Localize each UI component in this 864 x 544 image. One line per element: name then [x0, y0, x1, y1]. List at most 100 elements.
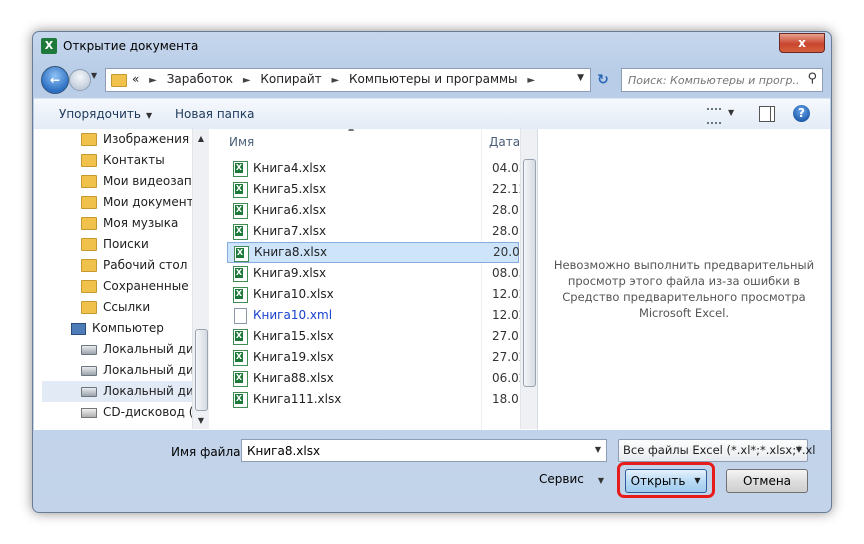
file-name: Книга19.xlsx: [253, 350, 334, 364]
file-row[interactable]: Книга10.xlsx12.02.: [227, 284, 530, 305]
excel-file-icon: [233, 329, 248, 345]
file-name: Книга6.xlsx: [253, 203, 327, 217]
file-row[interactable]: Книга7.xlsx28.01.: [227, 221, 530, 242]
nav-scrollbar[interactable]: ▲ ▼: [192, 129, 209, 429]
file-row[interactable]: Книга6.xlsx28.01.: [227, 200, 530, 221]
sort-ascending-icon: ▲: [348, 129, 354, 132]
breadcrumb-separator-icon[interactable]: ►: [149, 75, 157, 86]
folder-icon: [81, 301, 97, 314]
nav-item-local-disk[interactable]: Локальный диск: [81, 339, 208, 360]
nav-item-images[interactable]: Изображения: [81, 129, 189, 150]
new-folder-button[interactable]: Новая папка: [175, 107, 254, 121]
title-bar: X Открытие документа x: [33, 32, 831, 62]
drive-icon: [81, 365, 97, 376]
tools-button[interactable]: Сервис ▼: [539, 472, 604, 486]
file-type-value: Все файлы Excel (*.xl*;*.xlsx;*.xl: [623, 443, 816, 457]
view-dropdown-icon[interactable]: ▼: [728, 108, 734, 117]
address-dropdown-icon[interactable]: ▼: [577, 73, 584, 83]
nav-item-local-disk[interactable]: Локальный диск: [81, 360, 208, 381]
open-options-dropdown[interactable]: ▼: [689, 469, 707, 493]
file-row[interactable]: Книга19.xlsx27.02.: [227, 347, 530, 368]
scroll-up-icon[interactable]: ▲: [193, 131, 209, 147]
breadcrumb-item[interactable]: Компьютеры и программы: [349, 72, 518, 86]
chevron-down-icon: ▼: [597, 476, 605, 485]
preview-error-message: Невозможно выполнить предварительный про…: [553, 258, 815, 320]
refresh-icon[interactable]: ↻: [593, 70, 613, 90]
file-type-select[interactable]: Все файлы Excel (*.xl*;*.xlsx;*.xl ▼: [618, 439, 816, 462]
nav-item-local-disk-selected[interactable]: Локальный диск: [42, 381, 209, 402]
excel-file-icon: [233, 371, 248, 387]
breadcrumb-separator-icon[interactable]: ►: [243, 75, 251, 86]
address-bar[interactable]: « ► Заработок ► Копирайт ► Компьютеры и …: [105, 68, 591, 92]
nav-item-links[interactable]: Ссылки: [81, 297, 150, 318]
file-row[interactable]: Книга4.xlsx04.03.: [227, 158, 530, 179]
nav-scroll-thumb[interactable]: [195, 329, 208, 411]
chevron-down-icon[interactable]: ▼: [595, 445, 601, 454]
folder-icon: [81, 259, 97, 272]
excel-file-icon: [233, 287, 248, 303]
file-name: Книга111.xlsx: [253, 392, 342, 406]
file-row[interactable]: Книга5.xlsx22.12.: [227, 179, 530, 200]
search-input[interactable]: [626, 71, 800, 89]
back-button[interactable]: ←: [41, 66, 69, 94]
file-name: Книга9.xlsx: [253, 266, 327, 280]
breadcrumb-overflow[interactable]: «: [132, 72, 139, 86]
file-row[interactable]: Книга111.xlsx18.01.: [227, 389, 530, 410]
navigation-pane: Изображения Контакты Мои видеозапис Мои …: [34, 129, 209, 430]
file-name: Книга4.xlsx: [253, 161, 327, 175]
nav-item-music[interactable]: Моя музыка: [81, 213, 178, 234]
breadcrumb-separator-icon[interactable]: ►: [332, 75, 340, 86]
xml-file-icon: [234, 308, 247, 324]
recent-pages-dropdown[interactable]: ▼: [91, 71, 97, 80]
open-button[interactable]: Открыть: [625, 469, 691, 493]
folder-icon: [81, 196, 97, 209]
file-row[interactable]: Книга88.xlsx06.02.: [227, 368, 530, 389]
file-name: Книга88.xlsx: [253, 371, 334, 385]
excel-file-icon: [233, 266, 248, 282]
column-header-name[interactable]: Имя: [229, 129, 254, 155]
nav-item-documents[interactable]: Мои документы: [81, 192, 203, 213]
address-row: ← ▼ « ► Заработок ► Копирайт ► Компьютер…: [33, 66, 831, 94]
forward-button[interactable]: [69, 69, 91, 91]
breadcrumb-item[interactable]: Заработок: [167, 72, 233, 86]
organize-button[interactable]: Упорядочить ▼: [59, 107, 152, 121]
file-scroll-thumb[interactable]: [523, 159, 536, 387]
help-icon[interactable]: ?: [793, 105, 810, 122]
file-row[interactable]: Книга10.xml 12.02.: [227, 305, 530, 326]
breadcrumb: « ► Заработок ► Копирайт ► Компьютеры и …: [132, 72, 541, 86]
breadcrumb-item[interactable]: Копирайт: [260, 72, 321, 86]
filename-input[interactable]: [245, 442, 579, 460]
file-row[interactable]: Книга9.xlsx08.03.: [227, 263, 530, 284]
nav-item-desktop[interactable]: Рабочий стол: [81, 255, 187, 276]
view-mode-icon[interactable]: [707, 108, 721, 124]
search-icon[interactable]: ⚲: [807, 71, 817, 86]
nav-item-searches[interactable]: Поиски: [81, 234, 149, 255]
folder-icon: [81, 280, 97, 293]
organize-label: Упорядочить: [59, 107, 141, 121]
cd-drive-icon: [81, 407, 97, 418]
file-name: Книга5.xlsx: [253, 182, 327, 196]
scroll-down-icon[interactable]: ▼: [193, 413, 209, 429]
file-name: Книга10.xlsx: [253, 287, 334, 301]
drive-icon: [81, 344, 97, 355]
file-row-selected[interactable]: Книга8.xlsx20.03.: [227, 242, 531, 263]
tools-label: Сервис: [539, 472, 584, 486]
nav-item-cd-drive[interactable]: CD-дисковод (F:: [81, 402, 203, 423]
file-name: Книга7.xlsx: [253, 224, 327, 238]
excel-file-icon: [234, 246, 249, 262]
breadcrumb-separator-icon[interactable]: ►: [527, 75, 535, 86]
file-row[interactable]: Книга15.xlsx27.01.: [227, 326, 530, 347]
nav-item-contacts[interactable]: Контакты: [81, 150, 165, 171]
file-name: Книга8.xlsx: [254, 245, 328, 259]
nav-item-saved-games[interactable]: Сохраненные иг: [81, 276, 207, 297]
nav-item-videos[interactable]: Мои видеозапис: [81, 171, 206, 192]
chevron-down-icon: ▼: [145, 111, 153, 120]
close-button[interactable]: x: [779, 33, 825, 53]
browser-area: Изображения Контакты Мои видеозапис Мои …: [34, 129, 830, 430]
file-list-scrollbar[interactable]: [520, 129, 537, 429]
nav-item-computer[interactable]: Компьютер: [71, 318, 164, 339]
cancel-button[interactable]: Отмена: [726, 469, 808, 493]
preview-pane: Невозможно выполнить предварительный про…: [537, 129, 831, 430]
open-document-dialog: X Открытие документа x ← ▼ « ► Заработок…: [32, 31, 832, 513]
preview-pane-icon[interactable]: [759, 106, 775, 122]
